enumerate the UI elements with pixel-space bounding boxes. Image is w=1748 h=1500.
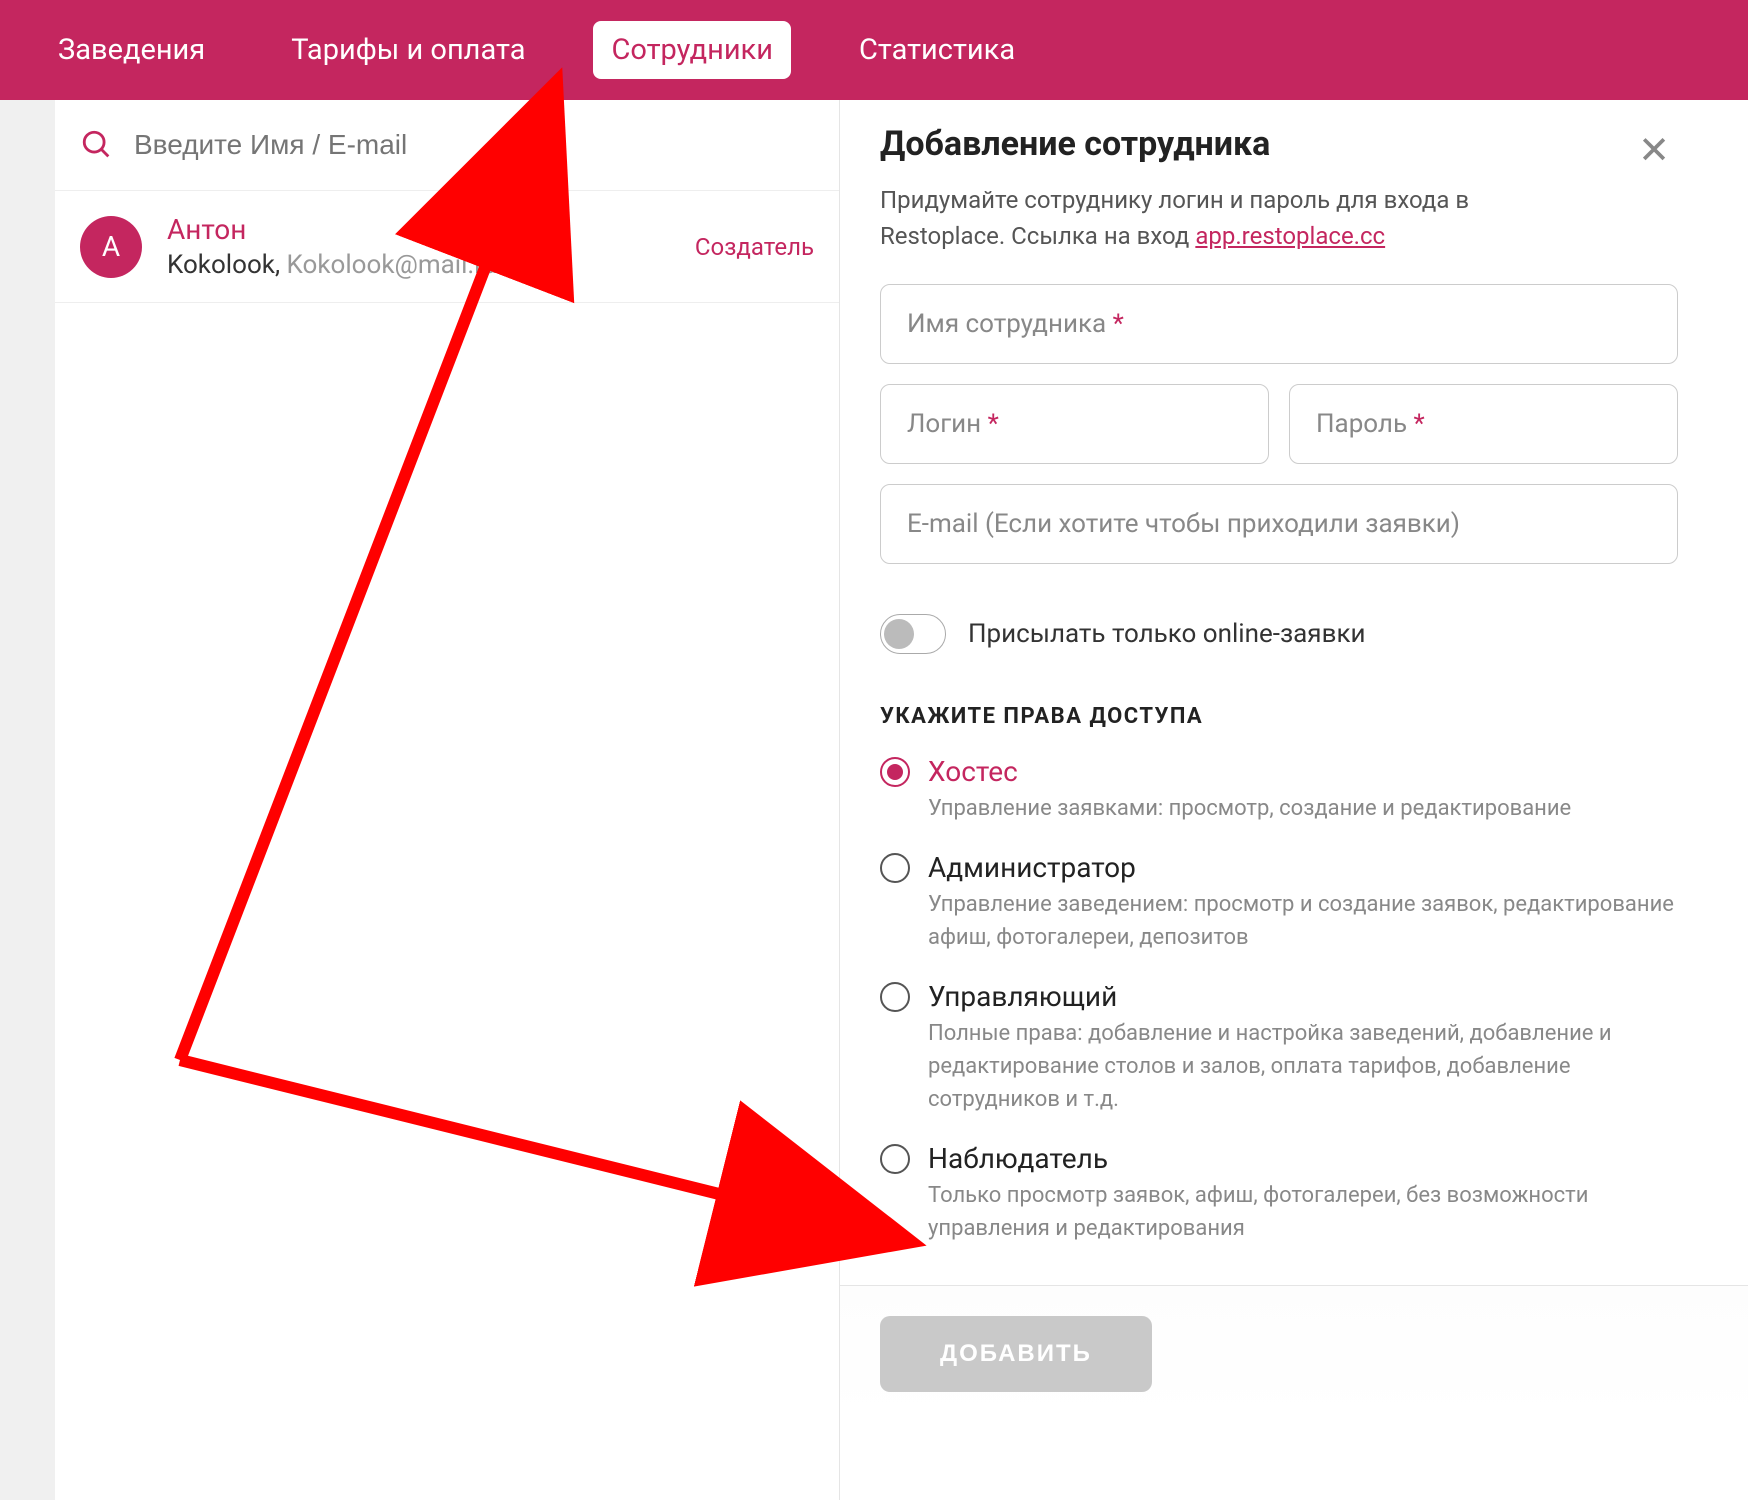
login-link[interactable]: app.restoplace.cc bbox=[1195, 222, 1385, 250]
role-description: Управление заведением: просмотр и создан… bbox=[928, 888, 1678, 954]
nav-item-employees[interactable]: Сотрудники bbox=[593, 21, 790, 79]
panel-title: Добавление сотрудника bbox=[880, 124, 1270, 164]
role-title: Хостес bbox=[928, 755, 1678, 788]
employee-search-input[interactable] bbox=[134, 129, 814, 161]
role-description: Полные права: добавление и настройка зав… bbox=[928, 1017, 1678, 1116]
role-title: Администратор bbox=[928, 851, 1678, 884]
email-field[interactable]: E-mail (Если хотите чтобы приходили заяв… bbox=[880, 484, 1678, 564]
role-option-admin[interactable]: Администратор Управление заведением: про… bbox=[880, 851, 1678, 954]
radio-icon bbox=[880, 853, 910, 883]
roles-radio-group: Хостес Управление заявками: просмотр, со… bbox=[880, 755, 1678, 1245]
role-option-observer[interactable]: Наблюдатель Только просмотр заявок, афиш… bbox=[880, 1142, 1678, 1245]
role-title: Наблюдатель bbox=[928, 1142, 1678, 1175]
avatar: А bbox=[80, 216, 142, 278]
search-icon bbox=[80, 128, 114, 162]
add-employee-button[interactable]: ДОБАВИТЬ bbox=[880, 1316, 1152, 1392]
radio-icon bbox=[880, 757, 910, 787]
role-title: Управляющий bbox=[928, 980, 1678, 1013]
employee-role-badge: Создатель bbox=[695, 233, 814, 261]
employee-name-field[interactable]: Имя сотрудника * bbox=[880, 284, 1678, 364]
access-rights-heading: УКАЖИТЕ ПРАВА ДОСТУПА bbox=[880, 704, 1678, 729]
role-description: Только просмотр заявок, афиш, фотогалере… bbox=[928, 1179, 1678, 1245]
role-option-manager[interactable]: Управляющий Полные права: добавление и н… bbox=[880, 980, 1678, 1116]
toggle-label: Присылать только online-заявки bbox=[968, 619, 1366, 649]
employee-search-row bbox=[55, 100, 839, 191]
panel-footer: ДОБАВИТЬ bbox=[840, 1285, 1748, 1422]
login-field[interactable]: Логин * bbox=[880, 384, 1269, 464]
online-only-toggle[interactable] bbox=[880, 614, 946, 654]
close-icon[interactable]: ✕ bbox=[1630, 124, 1678, 178]
role-option-hostess[interactable]: Хостес Управление заявками: просмотр, со… bbox=[880, 755, 1678, 825]
employee-list-item[interactable]: А Антон Kokolook, Kokolook@mail.ru Созда… bbox=[55, 191, 839, 303]
employee-list-panel: А Антон Kokolook, Kokolook@mail.ru Созда… bbox=[0, 100, 840, 1500]
radio-icon bbox=[880, 982, 910, 1012]
nav-item-stats[interactable]: Статистика bbox=[841, 21, 1033, 79]
role-description: Управление заявками: просмотр, создание … bbox=[928, 792, 1678, 825]
password-field[interactable]: Пароль * bbox=[1289, 384, 1678, 464]
nav-item-billing[interactable]: Тарифы и оплата bbox=[273, 21, 543, 79]
add-employee-panel: Добавление сотрудника ✕ Придумайте сотру… bbox=[840, 100, 1748, 1500]
panel-description: Придумайте сотруднику логин и пароль для… bbox=[880, 182, 1530, 254]
nav-item-venues[interactable]: Заведения bbox=[40, 21, 223, 79]
employee-name: Антон bbox=[167, 213, 695, 246]
top-nav: Заведения Тарифы и оплата Сотрудники Ста… bbox=[0, 0, 1748, 100]
employee-subtitle: Kokolook, Kokolook@mail.ru bbox=[167, 250, 695, 280]
radio-icon bbox=[880, 1144, 910, 1174]
